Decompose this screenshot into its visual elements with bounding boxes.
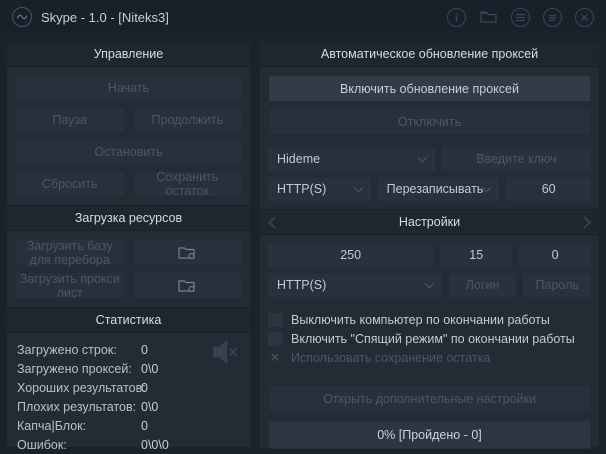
- control-section-header: Управление: [7, 41, 250, 67]
- close-icon[interactable]: [575, 8, 594, 27]
- left-panel: Управление Начать Пауза Продолжить Остан…: [6, 40, 251, 448]
- disable-proxy-update-button[interactable]: Отключить: [268, 108, 591, 135]
- update-interval-input[interactable]: [506, 177, 591, 201]
- checkbox-box[interactable]: [268, 332, 282, 346]
- resources-buttons: Загрузить базу для перебора Загрузить пр…: [7, 231, 250, 307]
- checkbox-label: Включить "Спящий режим" по окончании раб…: [291, 332, 575, 346]
- timeout-input[interactable]: [440, 243, 512, 267]
- sleep-mode-checkbox[interactable]: Включить "Спящий режим" по окончании раб…: [268, 331, 591, 347]
- list-icon[interactable]: [511, 8, 530, 27]
- statistics-grid: Загружено строк: 0 Загружено проксей: 0\…: [17, 343, 240, 452]
- load-proxy-button[interactable]: Загрузить прокси лист: [15, 272, 125, 299]
- checkbox-box[interactable]: [268, 313, 282, 327]
- browse-base-button[interactable]: [133, 239, 243, 266]
- mute-speaker-icon[interactable]: [208, 335, 242, 369]
- main-content: Управление Начать Пауза Продолжить Остан…: [0, 34, 606, 454]
- chevron-right-icon[interactable]: [578, 216, 591, 229]
- write-mode-value: Перезаписывать: [387, 182, 484, 196]
- proxy-update-body: Включить обновление проксей Отключить Hi…: [260, 67, 599, 209]
- chevron-left-icon[interactable]: [268, 216, 281, 229]
- resources-header-label: Загрузка ресурсов: [75, 211, 182, 225]
- stat-label: Плохих результатов:: [17, 400, 141, 414]
- settings-body: HTTP(S) Выключить компьютер по окончании…: [260, 235, 599, 420]
- proxy-update-section-header: Автоматическое обновление проксей: [260, 41, 599, 67]
- info-icon[interactable]: [447, 8, 466, 27]
- api-key-input[interactable]: [442, 147, 591, 171]
- statistics-header-label: Статистика: [96, 313, 162, 327]
- work-protocol-dropdown[interactable]: HTTP(S): [268, 273, 442, 297]
- checkbox-label: Выключить компьютер по окончании работы: [291, 313, 550, 327]
- proxy-protocol-dropdown[interactable]: HTTP(S): [268, 177, 371, 201]
- settings-section-header: Настройки: [260, 209, 599, 235]
- proxy-service-value: Hideme: [277, 152, 419, 166]
- progress-label: 0% [Пройдено - 0]: [377, 428, 482, 442]
- stat-value: 0: [141, 381, 240, 395]
- stat-value: 0: [141, 419, 240, 433]
- reset-button[interactable]: Сбросить: [15, 171, 125, 197]
- threads-input[interactable]: [268, 243, 433, 267]
- chevron-down-icon: [482, 182, 492, 192]
- chevron-down-icon: [418, 152, 428, 162]
- proxy-service-dropdown[interactable]: Hideme: [268, 147, 435, 171]
- app-logo-icon: [12, 7, 32, 27]
- stat-label: Хороших результатов:: [17, 381, 141, 395]
- login-input[interactable]: [449, 273, 517, 297]
- continue-button[interactable]: Продолжить: [133, 107, 243, 133]
- retries-input[interactable]: [519, 243, 591, 267]
- shutdown-checkbox[interactable]: Выключить компьютер по окончании работы: [268, 312, 591, 328]
- resources-section-header: Загрузка ресурсов: [7, 205, 250, 231]
- folder-search-icon: [178, 278, 196, 293]
- checkbox-box-checked[interactable]: ✕: [268, 351, 282, 365]
- statistics-section-header: Статистика: [7, 307, 250, 333]
- window-title: Skype - 1.0 - [Niteks3]: [41, 10, 438, 25]
- control-buttons: Начать Пауза Продолжить Остановить Сброс…: [7, 67, 250, 205]
- stop-button[interactable]: Остановить: [15, 139, 242, 165]
- stat-value: 0\0\0: [141, 438, 240, 452]
- proxy-protocol-value: HTTP(S): [277, 182, 355, 196]
- work-protocol-value: HTTP(S): [277, 278, 426, 292]
- save-remainder-checkbox[interactable]: ✕ Использовать сохранение остатка: [268, 350, 591, 366]
- stat-value: 0\0: [141, 400, 240, 414]
- stat-label: Капча|Блок:: [17, 419, 141, 433]
- browse-proxy-button[interactable]: [133, 272, 243, 299]
- titlebar: Skype - 1.0 - [Niteks3]: [0, 0, 606, 34]
- titlebar-buttons: [447, 8, 594, 27]
- advanced-settings-button[interactable]: Открыть дополнительные настройки: [268, 385, 591, 412]
- save-remainder-button[interactable]: Сохранить остаток: [133, 171, 243, 197]
- enable-proxy-update-button[interactable]: Включить обновление проксей: [268, 75, 591, 102]
- control-header-label: Управление: [94, 47, 164, 61]
- stat-label: Ошибок:: [17, 438, 141, 452]
- stat-label: Загружено строк:: [17, 343, 141, 357]
- start-button[interactable]: Начать: [15, 75, 242, 101]
- folder-search-icon: [178, 245, 196, 260]
- folder-icon[interactable]: [479, 8, 498, 27]
- stat-label: Загружено проксей:: [17, 362, 141, 376]
- load-base-button[interactable]: Загрузить базу для перебора: [15, 239, 125, 266]
- proxy-update-header-label: Автоматическое обновление проксей: [321, 47, 538, 61]
- password-input[interactable]: [523, 273, 591, 297]
- settings-header-label: Настройки: [399, 215, 460, 229]
- chevron-down-icon: [424, 278, 434, 288]
- write-mode-dropdown[interactable]: Перезаписывать: [378, 177, 500, 201]
- checkbox-label: Использовать сохранение остатка: [291, 351, 490, 365]
- right-panel: Автоматическое обновление проксей Включи…: [259, 40, 600, 448]
- progress-bar: 0% [Пройдено - 0]: [268, 420, 591, 449]
- menu-icon[interactable]: [543, 8, 562, 27]
- statistics-body: Загружено строк: 0 Загружено проксей: 0\…: [7, 333, 250, 454]
- chevron-down-icon: [353, 182, 363, 192]
- pause-button[interactable]: Пауза: [15, 107, 125, 133]
